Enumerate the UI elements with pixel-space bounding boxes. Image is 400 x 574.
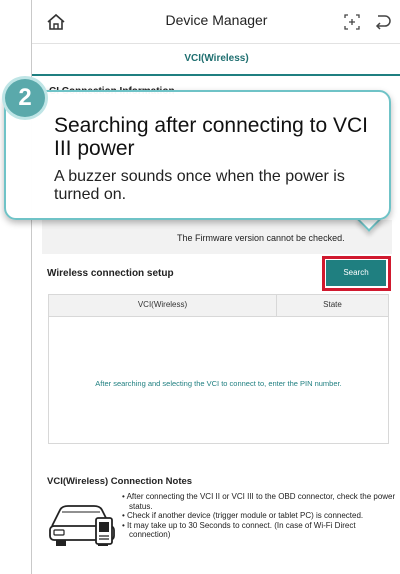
callout-subtext: A buzzer sounds once when the power is t… bbox=[54, 168, 345, 203]
app-header: Device Manager bbox=[32, 0, 400, 44]
vci-plus-icon[interactable] bbox=[342, 12, 362, 32]
note-item: • It may take up to 30 Seconds to connec… bbox=[122, 520, 356, 540]
callout-headline: Searching after connecting to VCI III po… bbox=[54, 114, 369, 160]
car-vci-illustration bbox=[49, 505, 115, 546]
step-number-badge: 2 bbox=[2, 76, 48, 120]
table-header: VCI(Wireless) State bbox=[49, 295, 388, 317]
instruction-callout: Searching after connecting to VCI III po… bbox=[4, 90, 391, 232]
column-header-vci: VCI(Wireless) bbox=[137, 300, 188, 309]
vci-device-table: VCI(Wireless) State After searching and … bbox=[48, 294, 389, 444]
column-header-state: State bbox=[323, 300, 342, 309]
note-item: • After connecting the VCI II or VCI III… bbox=[122, 492, 396, 511]
tab-vci-wireless[interactable]: VCI(Wireless) bbox=[32, 44, 400, 76]
table-empty-message: After searching and selecting the VCI to… bbox=[95, 379, 342, 388]
search-highlight-box bbox=[322, 256, 391, 291]
back-icon[interactable] bbox=[372, 12, 392, 32]
tab-vci-wireless-label: VCI(Wireless) bbox=[184, 53, 249, 64]
note-item: • Check if another device (trigger modul… bbox=[122, 511, 364, 520]
connection-notes-title: VCI(Wireless) Connection Notes bbox=[47, 476, 193, 487]
connection-notes-list: • After connecting the VCI II or VCI III… bbox=[122, 492, 397, 540]
wireless-setup-title: Wireless connection setup bbox=[47, 268, 174, 279]
firmware-message: The Firmware version cannot be checked. bbox=[177, 233, 345, 243]
